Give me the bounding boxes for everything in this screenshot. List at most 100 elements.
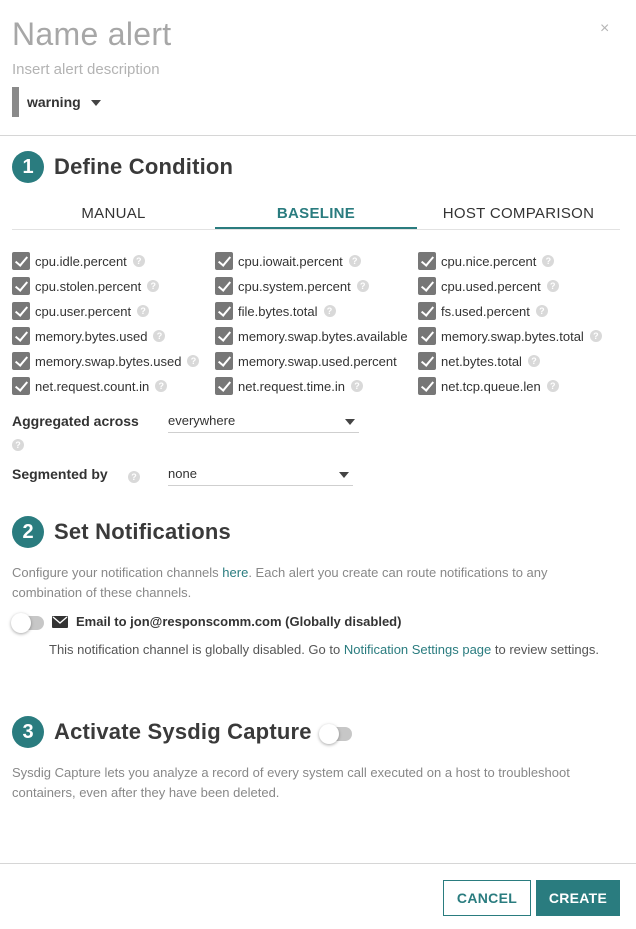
metric-checkbox[interactable]: cpu.user.percent? xyxy=(12,301,150,321)
help-icon[interactable]: ? xyxy=(348,255,361,267)
tab-host-comparison[interactable]: HOST COMPARISON xyxy=(417,205,620,222)
cancel-button[interactable]: CANCEL xyxy=(443,880,531,916)
help-icon[interactable]: ? xyxy=(128,471,140,483)
metric-checkbox[interactable]: cpu.iowait.percent? xyxy=(215,251,361,271)
checkbox-checked-icon[interactable] xyxy=(215,277,233,295)
step-number-badge: 2 xyxy=(12,516,44,548)
checkbox-checked-icon[interactable] xyxy=(215,377,233,395)
help-icon[interactable]: ? xyxy=(147,280,160,292)
metric-label: net.request.count.in xyxy=(35,378,150,394)
metric-checkbox[interactable]: net.request.count.in? xyxy=(12,376,168,396)
help-icon[interactable]: ? xyxy=(323,305,336,317)
alert-description-input[interactable]: Insert alert description xyxy=(12,61,160,78)
metric-checkbox[interactable]: net.request.time.in? xyxy=(215,376,363,396)
metric-checkbox[interactable]: net.bytes.total? xyxy=(418,351,540,371)
checkbox-checked-icon[interactable] xyxy=(12,352,30,370)
checkbox-checked-icon[interactable] xyxy=(418,327,436,345)
metric-checkbox[interactable]: file.bytes.total? xyxy=(215,301,336,321)
step-number-badge: 3 xyxy=(12,716,44,748)
metric-checkbox[interactable]: cpu.system.percent? xyxy=(215,276,369,296)
metric-checkbox[interactable]: cpu.stolen.percent? xyxy=(12,276,160,296)
severity-color-bar xyxy=(12,87,19,117)
help-icon[interactable]: ? xyxy=(153,330,166,342)
email-channel-toggle[interactable] xyxy=(11,613,44,633)
header-divider xyxy=(0,135,636,136)
help-icon[interactable]: ? xyxy=(542,255,555,267)
metric-label: net.tcp.queue.len xyxy=(441,378,541,394)
checkbox-checked-icon[interactable] xyxy=(418,302,436,320)
section-activate-capture: 3 Activate Sysdig Capture xyxy=(12,716,312,748)
footer-divider xyxy=(0,863,636,864)
metric-checkbox[interactable]: memory.swap.bytes.used? xyxy=(12,351,200,371)
metric-checkbox[interactable]: cpu.used.percent? xyxy=(418,276,559,296)
metric-checkbox[interactable]: memory.swap.bytes.total? xyxy=(418,326,602,346)
metric-checkbox[interactable]: fs.used.percent? xyxy=(418,301,548,321)
help-icon[interactable]: ? xyxy=(132,255,145,267)
metric-label: fs.used.percent xyxy=(441,303,530,319)
checkbox-checked-icon[interactable] xyxy=(215,352,233,370)
step-number-badge: 1 xyxy=(12,151,44,183)
email-channel: Email to jon@responscomm.com (Globally d… xyxy=(52,614,401,629)
checkbox-checked-icon[interactable] xyxy=(418,377,436,395)
help-icon[interactable]: ? xyxy=(535,305,548,317)
checkbox-checked-icon[interactable] xyxy=(215,252,233,270)
metric-label: cpu.stolen.percent xyxy=(35,278,142,294)
tab-manual[interactable]: MANUAL xyxy=(12,205,215,222)
checkbox-checked-icon[interactable] xyxy=(12,327,30,345)
checkbox-checked-icon[interactable] xyxy=(12,277,30,295)
help-icon[interactable]: ? xyxy=(12,439,24,451)
metric-checkbox[interactable]: memory.swap.bytes.available xyxy=(215,326,408,346)
help-icon[interactable]: ? xyxy=(155,380,168,392)
help-icon[interactable]: ? xyxy=(356,280,369,292)
help-icon[interactable]: ? xyxy=(187,355,200,367)
tab-baseline[interactable]: BASELINE xyxy=(215,205,417,222)
metric-label: cpu.nice.percent xyxy=(441,253,537,269)
email-channel-label: Email to jon@responscomm.com (Globally d… xyxy=(76,614,402,629)
checkbox-checked-icon[interactable] xyxy=(215,327,233,345)
section-define-condition: 1 Define Condition xyxy=(12,151,233,183)
severity-dropdown[interactable]: warning xyxy=(12,87,101,117)
help-icon[interactable]: ? xyxy=(546,380,559,392)
envelope-icon xyxy=(52,615,68,628)
checkbox-checked-icon[interactable] xyxy=(12,252,30,270)
capture-description: Sysdig Capture lets you analyze a record… xyxy=(12,765,570,800)
notification-settings-link[interactable]: Notification Settings page xyxy=(344,642,491,657)
channel-disabled-note: This notification channel is globally di… xyxy=(49,642,599,657)
segmented-by-select[interactable]: none xyxy=(168,464,353,486)
severity-value: warning xyxy=(27,94,81,110)
section-title: Set Notifications xyxy=(54,519,231,544)
help-icon[interactable]: ? xyxy=(546,280,559,292)
metric-label: memory.bytes.used xyxy=(35,328,148,344)
chevron-down-icon xyxy=(339,472,349,478)
help-icon[interactable]: ? xyxy=(350,380,363,392)
metric-checkbox[interactable]: memory.swap.used.percent xyxy=(215,351,397,371)
checkbox-checked-icon[interactable] xyxy=(12,377,30,395)
alert-name-input[interactable]: Name alert xyxy=(12,16,172,53)
help-icon[interactable]: ? xyxy=(137,305,150,317)
metric-checkbox[interactable]: cpu.idle.percent? xyxy=(12,251,145,271)
checkbox-checked-icon[interactable] xyxy=(418,252,436,270)
checkbox-checked-icon[interactable] xyxy=(215,302,233,320)
create-button[interactable]: CREATE xyxy=(536,880,620,916)
close-icon[interactable]: × xyxy=(600,20,609,38)
metric-checkbox[interactable]: memory.bytes.used? xyxy=(12,326,166,346)
channels-link[interactable]: here xyxy=(222,565,248,580)
checkbox-checked-icon[interactable] xyxy=(418,277,436,295)
metric-checkbox[interactable]: net.tcp.queue.len? xyxy=(418,376,559,396)
chevron-down-icon xyxy=(345,419,355,425)
sysdig-capture-toggle[interactable] xyxy=(319,724,352,744)
select-value: everywhere xyxy=(168,413,236,428)
checkbox-checked-icon[interactable] xyxy=(12,302,30,320)
checkbox-checked-icon[interactable] xyxy=(418,352,436,370)
aggregated-across-select[interactable]: everywhere xyxy=(168,411,359,433)
metric-label: net.bytes.total xyxy=(441,353,522,369)
metric-checkbox[interactable]: cpu.nice.percent? xyxy=(418,251,555,271)
condition-tabs: MANUAL BASELINE HOST COMPARISON xyxy=(12,197,620,230)
help-icon[interactable]: ? xyxy=(589,330,602,342)
help-icon[interactable]: ? xyxy=(527,355,540,367)
metric-label: cpu.iowait.percent xyxy=(238,253,343,269)
chevron-down-icon xyxy=(90,100,101,106)
toggle-knob xyxy=(319,724,339,744)
metric-label: memory.swap.bytes.total xyxy=(441,328,584,344)
active-tab-indicator xyxy=(215,227,417,229)
